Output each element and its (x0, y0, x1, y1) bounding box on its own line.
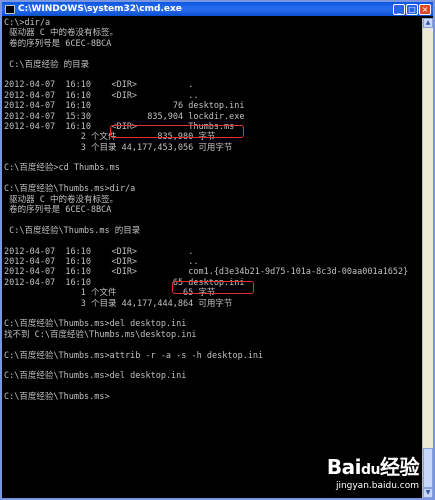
console-line: 2012-04-07 16:10 <DIR> .. (4, 90, 199, 101)
minimize-button[interactable]: _ (393, 3, 405, 15)
console-line: C:\百度经验\Thumbs.ms>attrib -r -a -s -h des… (4, 350, 264, 361)
console-line: 2012-04-07 16:10 65 desktop.ini (4, 277, 245, 288)
cmd-window: C:\WINDOWS\system32\cmd.exe _ □ × C:\>di… (0, 0, 435, 500)
console-line: C:\百度经验\Thumbs.ms>del desktop.ini (4, 319, 187, 330)
maximize-button[interactable]: □ (406, 3, 418, 15)
watermark-brand: Baidu经验 (326, 455, 420, 479)
console-line: C:\百度经验\Thumbs.ms>dir/a (4, 184, 136, 195)
console-line: C:\>dir/a (4, 18, 51, 28)
console-line: 2012-04-07 16:10 <DIR> . (4, 80, 194, 91)
window-controls: _ □ × (393, 3, 431, 15)
watermark-url: jingyan.baidu.com (335, 481, 419, 491)
console-line: 2 个文件 835,980 字节 (4, 132, 216, 143)
baidu-watermark: Baidu经验 jingyan.baidu.com (326, 455, 420, 492)
console-line: C:\百度经验\Thumbs.ms 的目录 (4, 225, 141, 236)
paw-icon: du (361, 462, 381, 478)
console-line: C:\百度经验>cd Thumbs.ms (4, 163, 120, 174)
console-line: 2012-04-07 16:10 <DIR> .. (4, 256, 199, 267)
scroll-down-arrow-icon[interactable]: ▼ (423, 488, 433, 498)
title-bar[interactable]: C:\WINDOWS\system32\cmd.exe _ □ × (2, 2, 433, 16)
scroll-up-arrow-icon[interactable]: ▲ (423, 18, 433, 28)
console-line: C:\百度经验 的目录 (4, 59, 90, 70)
console-line: C:\百度经验\Thumbs.ms>del desktop.ini (4, 371, 187, 382)
console-line: C:\百度经验\Thumbs.ms> (4, 392, 110, 403)
vertical-scrollbar[interactable]: ▲ ▼ (422, 18, 433, 498)
console-line: 驱动器 C 中的卷没有标签。 (4, 28, 118, 39)
console-output[interactable]: C:\>dir/a 驱动器 C 中的卷没有标签。 卷的序列号是 6CEC-8BC… (4, 18, 421, 498)
console-line: 3 个目录 44,177,453,056 可用字节 (4, 142, 233, 153)
console-line: 2012-04-07 16:10 76 desktop.ini (4, 101, 245, 112)
console-line: 1 个文件 65 字节 (4, 288, 216, 299)
console-line: 2012-04-07 16:10 <DIR> com1.{d3e34b21-9d… (4, 267, 409, 278)
console-line: 2012-04-07 16:10 <DIR> Thumbs.ms (4, 121, 235, 132)
console-line: 卷的序列号是 6CEC-8BCA (4, 205, 112, 216)
console-line: 2012-04-07 16:10 <DIR> . (4, 246, 194, 257)
cmd-icon (5, 4, 15, 14)
scroll-thumb[interactable] (423, 448, 433, 488)
console-line: 3 个目录 44,177,444,864 可用字节 (4, 298, 233, 309)
close-button[interactable]: × (419, 3, 431, 15)
console-line: 找不到 C:\百度经验\Thumbs.ms\desktop.ini (4, 329, 197, 340)
console-line: 驱动器 C 中的卷没有标签。 (4, 194, 118, 205)
window-title: C:\WINDOWS\system32\cmd.exe (18, 4, 182, 14)
console-line: 2012-04-07 15:30 835,904 lockdir.exe (4, 111, 245, 122)
console-line: 卷的序列号是 6CEC-8BCA (4, 38, 112, 49)
